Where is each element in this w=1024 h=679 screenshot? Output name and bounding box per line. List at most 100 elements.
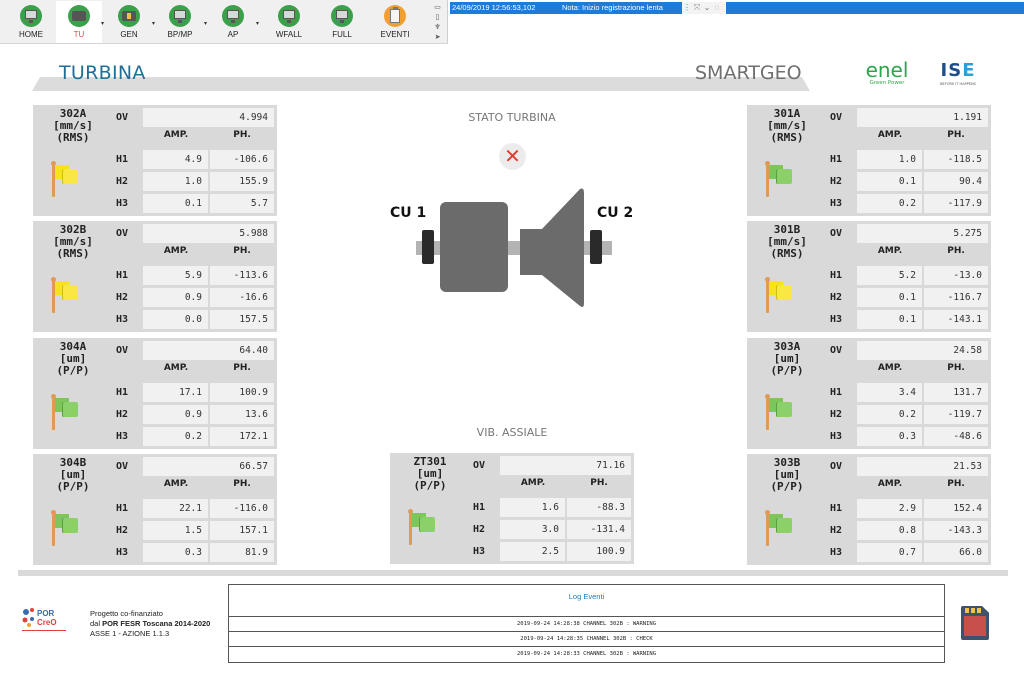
toolbar-button-bpmp[interactable]: BP/MP [157, 1, 203, 43]
amp-header: AMP. [163, 363, 189, 373]
h3-ph-value: -117.9 [924, 194, 988, 213]
h3-ph-value: 172.1 [210, 427, 274, 446]
h3-amp-value: 0.3 [857, 427, 922, 446]
sensor-name: 301B [mm/s] (RMS) [767, 223, 807, 260]
grid-icon[interactable]: ⋮ [682, 2, 692, 14]
amp-header: AMP. [877, 479, 903, 489]
sensor-panel-304b: 304B [um] (P/P) OV 66.57 AMP. PH. H1 H2 H3 22.1 -11… [33, 454, 277, 565]
sensor-panel-303a: 303A [um] (P/P) OV 24.58 AMP. PH. H1 H2 H3 3.4 131.… [747, 338, 991, 449]
h1-label: H1 [116, 154, 129, 165]
toolbar-button-gen[interactable]: GEN [106, 1, 152, 43]
ov-value: 5.988 [143, 224, 274, 243]
ov-label: OV [830, 345, 843, 356]
sensor-panel-zt301: ZT301 [um] (P/P) OV 71.16 AMP. PH. H1 H2 H3 1.6 -88… [390, 453, 634, 564]
h2-amp-value: 3.0 [500, 520, 565, 539]
h1-amp-value: 1.6 [500, 498, 565, 517]
sensor-name: 303A [um] (P/P) [770, 340, 804, 377]
turbine-icon [68, 5, 90, 27]
ov-value: 5.275 [857, 224, 988, 243]
h2-label: H2 [830, 292, 843, 303]
h1-label: H1 [473, 502, 486, 513]
h2-ph-value: -119.7 [924, 405, 988, 424]
log-row[interactable]: 2019-09-24 14:28:33 CHANNEL 302B : WARNI… [229, 647, 944, 662]
coupling-cu2[interactable] [590, 230, 602, 264]
h3-label: H3 [830, 198, 843, 209]
h1-amp-value: 2.9 [857, 499, 922, 518]
footer-divider [18, 570, 1008, 576]
h2-label: H2 [116, 409, 129, 420]
status-flag-icon [407, 509, 447, 551]
toolbar-button-tu[interactable]: TU [56, 1, 102, 43]
ph-header: PH. [590, 478, 608, 488]
ov-label: OV [116, 112, 129, 123]
sd-card-icon[interactable] [961, 606, 989, 640]
ov-label: OV [830, 112, 843, 123]
toolbar-button-ap[interactable]: AP [210, 1, 256, 43]
log-row[interactable]: 2019-09-24 14:28:35 CHANNEL 302B : CHECK [229, 632, 944, 647]
expand-icon[interactable]: ⤧ [692, 2, 702, 14]
status-flag-icon [764, 277, 804, 319]
h2-label: H2 [116, 176, 129, 187]
log-row[interactable]: 2019-09-24 14:28:38 CHANNEL 302B : WARNI… [229, 617, 944, 632]
amp-header: AMP. [163, 130, 189, 140]
chat-icon[interactable]: ◌ [712, 2, 722, 14]
gen-dropdown-caret[interactable]: ▾ [152, 20, 155, 27]
sensor-name: 304B [um] (P/P) [56, 456, 90, 493]
toolbar-button-full[interactable]: FULL [319, 1, 365, 43]
coupling-cu1[interactable] [422, 230, 434, 264]
page-title: TURBINA [59, 62, 146, 84]
status-flag-icon [764, 510, 804, 552]
ov-value: 64.40 [143, 341, 274, 360]
h1-amp-value: 1.0 [857, 150, 922, 169]
h3-amp-value: 0.2 [857, 194, 922, 213]
ph-header: PH. [947, 363, 965, 373]
toolbar: HOME TU ▾ GEN ▾ BP/MP ▾ AP ▾ WFALL FULL [0, 0, 448, 44]
sensor-name: 303B [um] (P/P) [770, 456, 804, 493]
h2-ph-value: 155.9 [210, 172, 274, 191]
generator-body[interactable] [440, 202, 508, 292]
h1-ph-value: -113.6 [210, 266, 274, 285]
turbine-body[interactable] [520, 188, 584, 308]
toolbar-button-eventi[interactable]: EVENTI [372, 1, 418, 43]
h1-label: H1 [116, 503, 129, 514]
sensor-panel-302b: 302B [mm/s] (RMS) OV 5.988 AMP. PH. H1 H2 H3 5.9 -1… [33, 221, 277, 332]
h2-ph-value: 157.1 [210, 521, 274, 540]
ph-header: PH. [233, 130, 251, 140]
h1-ph-value: 152.4 [924, 499, 988, 518]
h3-ph-value: 157.5 [210, 310, 274, 329]
h3-amp-value: 0.1 [857, 310, 922, 329]
sensor-name: ZT301 [um] (P/P) [413, 455, 447, 492]
ph-header: PH. [233, 479, 251, 489]
monitor-icon [222, 5, 244, 27]
ap-dropdown-caret[interactable]: ▾ [256, 20, 259, 27]
toolbar-button-home[interactable]: HOME [8, 1, 54, 43]
h2-amp-value: 0.2 [857, 405, 922, 424]
toolbar-button-wfall[interactable]: WFALL [266, 1, 312, 43]
h2-ph-value: -16.6 [210, 288, 274, 307]
ov-value: 4.994 [143, 108, 274, 127]
sensor-panel-302a: 302A [mm/s] (RMS) OV 4.994 AMP. PH. H1 H2 H3 4.9 -1… [33, 105, 277, 216]
bpmp-dropdown-caret[interactable]: ▾ [204, 20, 207, 27]
keyboard-icon[interactable]: ▭ [433, 3, 442, 11]
h3-amp-value: 0.3 [143, 543, 208, 562]
tu-dropdown-caret[interactable]: ▾ [101, 20, 104, 27]
sensor-panel-301a: 301A [mm/s] (RMS) OV 1.191 AMP. PH. H1 H2 H3 1.0 -1… [747, 105, 991, 216]
sensor-panel-304a: 304A [um] (P/P) OV 64.40 AMP. PH. H1 H2 H3 17.1 100… [33, 338, 277, 449]
h1-ph-value: -116.0 [210, 499, 274, 518]
chevron-down-icon[interactable]: ⌄ [702, 2, 712, 14]
sensor-name: 302A [mm/s] (RMS) [53, 107, 93, 144]
status-flag-icon [50, 161, 90, 203]
h1-amp-value: 4.9 [143, 150, 208, 169]
h2-amp-value: 1.0 [143, 172, 208, 191]
sensor-name: 302B [mm/s] (RMS) [53, 223, 93, 260]
amp-header: AMP. [163, 479, 189, 489]
note-icon[interactable]: ▯ [433, 13, 442, 21]
h2-ph-value: -116.7 [924, 288, 988, 307]
ph-header: PH. [233, 363, 251, 373]
h1-label: H1 [116, 270, 129, 281]
microphone-icon[interactable]: ♆ [433, 23, 442, 31]
pointer-icon[interactable]: ➤ [433, 33, 442, 41]
ph-header: PH. [947, 130, 965, 140]
event-log: Log Eventi 2019-09-24 14:28:38 CHANNEL 3… [228, 584, 945, 663]
por-creo-logo: POR CreO [22, 608, 66, 631]
